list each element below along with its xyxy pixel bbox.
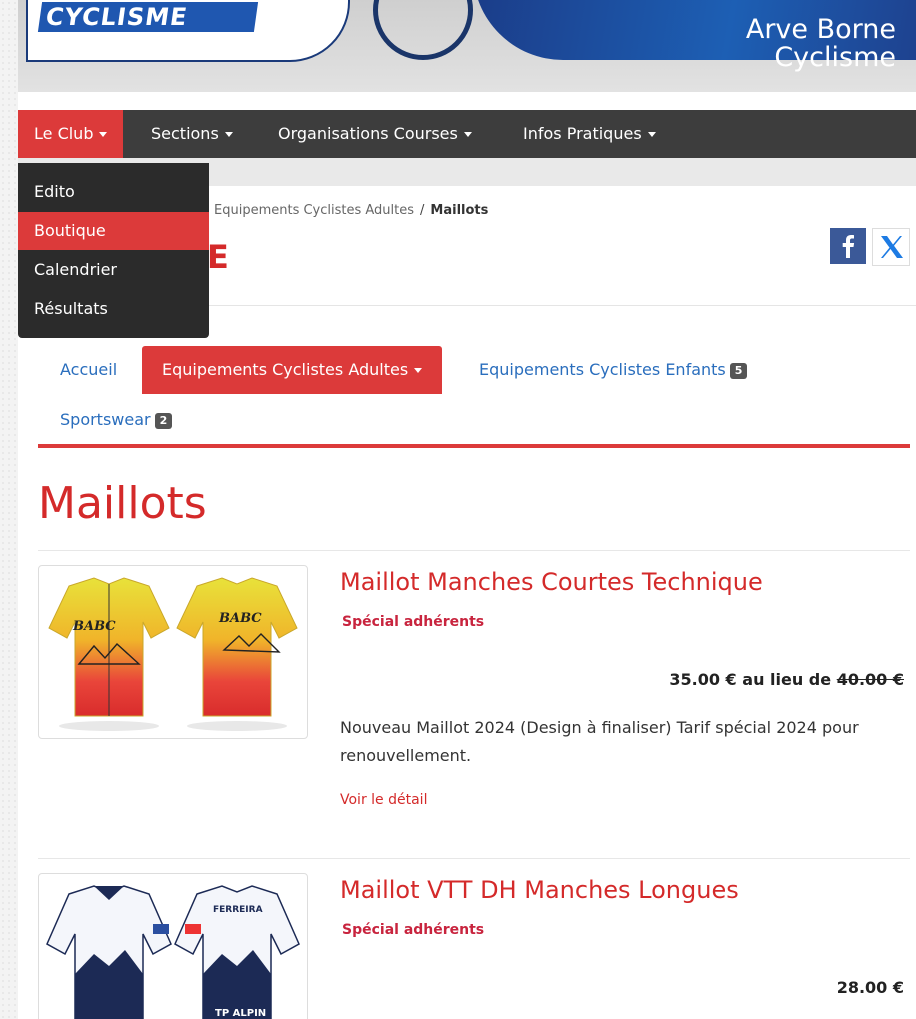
logo-text: CYCLISME [37, 2, 259, 32]
x-icon [881, 236, 903, 258]
product-title[interactable]: Maillot Manches Courtes Technique [340, 568, 763, 596]
tab-label: Equipements Cyclistes Adultes [162, 360, 409, 379]
main-navbar: Le Club Sections Organisations Courses I… [18, 110, 916, 158]
divider [38, 550, 910, 551]
caret-down-icon [224, 132, 233, 137]
le-club-dropdown-menu: Edito Boutique Calendrier Résultats [18, 163, 209, 338]
club-name-line1: Arve Borne [745, 14, 896, 45]
page-title: E [207, 238, 230, 276]
count-badge: 5 [729, 362, 748, 379]
section-title: Maillots [38, 478, 207, 529]
tab-accueil[interactable]: Accueil [40, 346, 137, 394]
jersey-text-back: FERREIRA [213, 905, 263, 915]
see-detail-link[interactable]: Voir le détail [340, 792, 427, 808]
caret-down-icon [414, 368, 423, 373]
count-badge: 2 [154, 412, 173, 429]
product-price: 28.00 € [836, 978, 904, 997]
jersey-text-back: BABC [218, 611, 262, 626]
price-connector: au lieu de [742, 670, 832, 689]
nav-organisations-courses[interactable]: Organisations Courses [262, 110, 488, 158]
site-banner: CYCLISME Arve Borne Cyclisme [18, 0, 916, 92]
breadcrumb-current: Maillots [430, 203, 489, 218]
nav-label: Le Club [34, 124, 94, 143]
product-title[interactable]: Maillot VTT DH Manches Longues [340, 876, 739, 904]
tabs-underline [38, 444, 910, 448]
product-price: 35.00 € au lieu de 40.00 € [669, 670, 904, 689]
breadcrumb-link[interactable]: Equipements Cyclistes Adultes [214, 203, 414, 218]
tab-sportswear[interactable]: Sportswear 2 [40, 396, 192, 444]
nav-le-club[interactable]: Le Club [18, 110, 124, 158]
menu-item-calendrier[interactable]: Calendrier [18, 251, 209, 289]
old-price: 40.00 € [836, 670, 904, 689]
special-label: Spécial adhérents [342, 614, 485, 630]
jersey-text-bottom: TP ALPIN [215, 1008, 266, 1019]
nav-label: Organisations Courses [278, 124, 458, 143]
menu-item-resultats[interactable]: Résultats [18, 290, 209, 328]
facebook-share-button[interactable] [830, 228, 866, 264]
menu-item-edito[interactable]: Edito [18, 173, 209, 211]
club-name-logo[interactable]: Arve Borne Cyclisme [746, 16, 896, 72]
product-image[interactable]: BABC BABC [38, 565, 308, 739]
caret-down-icon [463, 132, 472, 137]
logo-ring-graphic [373, 0, 473, 60]
x-share-button[interactable] [872, 228, 910, 266]
page: CYCLISME Arve Borne Cyclisme Le Club Sec… [18, 0, 916, 1019]
caret-down-icon [99, 132, 108, 137]
menu-item-boutique[interactable]: Boutique [18, 212, 209, 250]
tab-equipements-enfants[interactable]: Equipements Cyclistes Enfants 5 [459, 346, 767, 394]
jersey-text-front: BABC [72, 619, 116, 634]
nav-label: Sections [151, 124, 219, 143]
nav-label: Infos Pratiques [523, 124, 642, 143]
product-image[interactable]: FERREIRA TP ALPIN 2 [38, 873, 308, 1019]
tab-label: Equipements Cyclistes Enfants [479, 360, 726, 379]
club-logo-left[interactable]: CYCLISME [26, 0, 350, 62]
tab-label: Sportswear [60, 410, 151, 429]
club-name-line2: Cyclisme [774, 42, 896, 73]
caret-down-icon [647, 132, 656, 137]
product-description: Nouveau Maillot 2024 (Design à finaliser… [340, 718, 859, 765]
special-label: Spécial adhérents [342, 922, 485, 938]
facebook-icon [842, 235, 855, 258]
jersey-image: BABC BABC [48, 577, 298, 731]
nav-infos-pratiques[interactable]: Infos Pratiques [507, 110, 672, 158]
nav-sections[interactable]: Sections [135, 110, 249, 158]
jersey-image: FERREIRA TP ALPIN 2 [46, 885, 300, 1019]
tab-equipements-adultes[interactable]: Equipements Cyclistes Adultes [142, 346, 443, 394]
divider [38, 858, 910, 859]
breadcrumb-separator: / [420, 203, 425, 218]
price: 35.00 € [669, 670, 737, 689]
